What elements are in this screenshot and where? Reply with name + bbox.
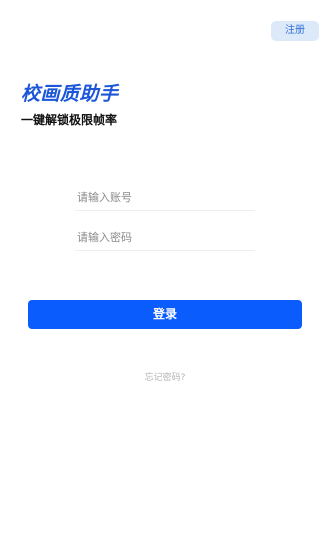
account-input[interactable] — [75, 184, 255, 210]
account-field — [75, 184, 255, 211]
register-button[interactable]: 注册 — [271, 21, 319, 41]
app-subtitle: 一键解锁极限帧率 — [21, 113, 118, 127]
forgot-password-link[interactable]: 忘记密码? — [0, 371, 330, 385]
login-button[interactable]: 登录 — [28, 300, 302, 329]
app-title: 校画质助手 — [21, 83, 119, 105]
password-input[interactable] — [75, 224, 255, 250]
password-field — [75, 224, 255, 251]
